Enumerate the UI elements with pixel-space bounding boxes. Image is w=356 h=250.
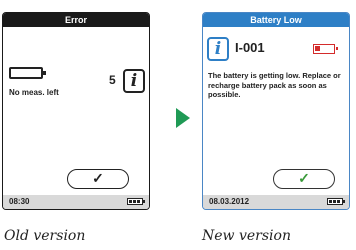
ok-button[interactable]: ✓: [273, 169, 335, 189]
checkmark-icon: ✓: [298, 170, 310, 186]
info-icon: i: [207, 37, 229, 61]
status-date: 08.03.2012: [209, 197, 250, 206]
new-status-bar: 08.03.2012: [203, 195, 349, 209]
low-battery-icon: [313, 44, 338, 54]
info-icon: i: [123, 69, 145, 93]
battery-status-icon: [327, 198, 345, 205]
right-arrow-icon: [176, 108, 190, 128]
battery-message: The battery is getting low. Replace or r…: [208, 71, 341, 99]
new-title-bar: Battery Low: [203, 13, 349, 27]
battery-status-icon: [127, 198, 145, 205]
status-time: 08:30: [9, 197, 30, 206]
new-device-screen: Battery Low i I-001 The battery is getti…: [202, 12, 350, 210]
old-version-caption: Old version: [4, 228, 86, 244]
new-screen-body: i I-001 The battery is getting low. Repl…: [203, 27, 349, 195]
empty-battery-icon: [9, 67, 46, 79]
old-device-screen: Error 5 i No meas. left ✓ 08:30: [2, 12, 150, 210]
error-code: I-001: [235, 40, 265, 55]
measurements-count: 5: [109, 73, 116, 87]
checkmark-icon: ✓: [92, 170, 104, 186]
new-version-caption: New version: [202, 228, 291, 244]
old-screen-body: 5 i No meas. left ✓: [3, 27, 149, 195]
old-status-bar: 08:30: [3, 195, 149, 209]
old-title-bar: Error: [3, 13, 149, 27]
ok-button[interactable]: ✓: [67, 169, 129, 189]
no-measurements-label: No meas. left: [9, 88, 59, 97]
